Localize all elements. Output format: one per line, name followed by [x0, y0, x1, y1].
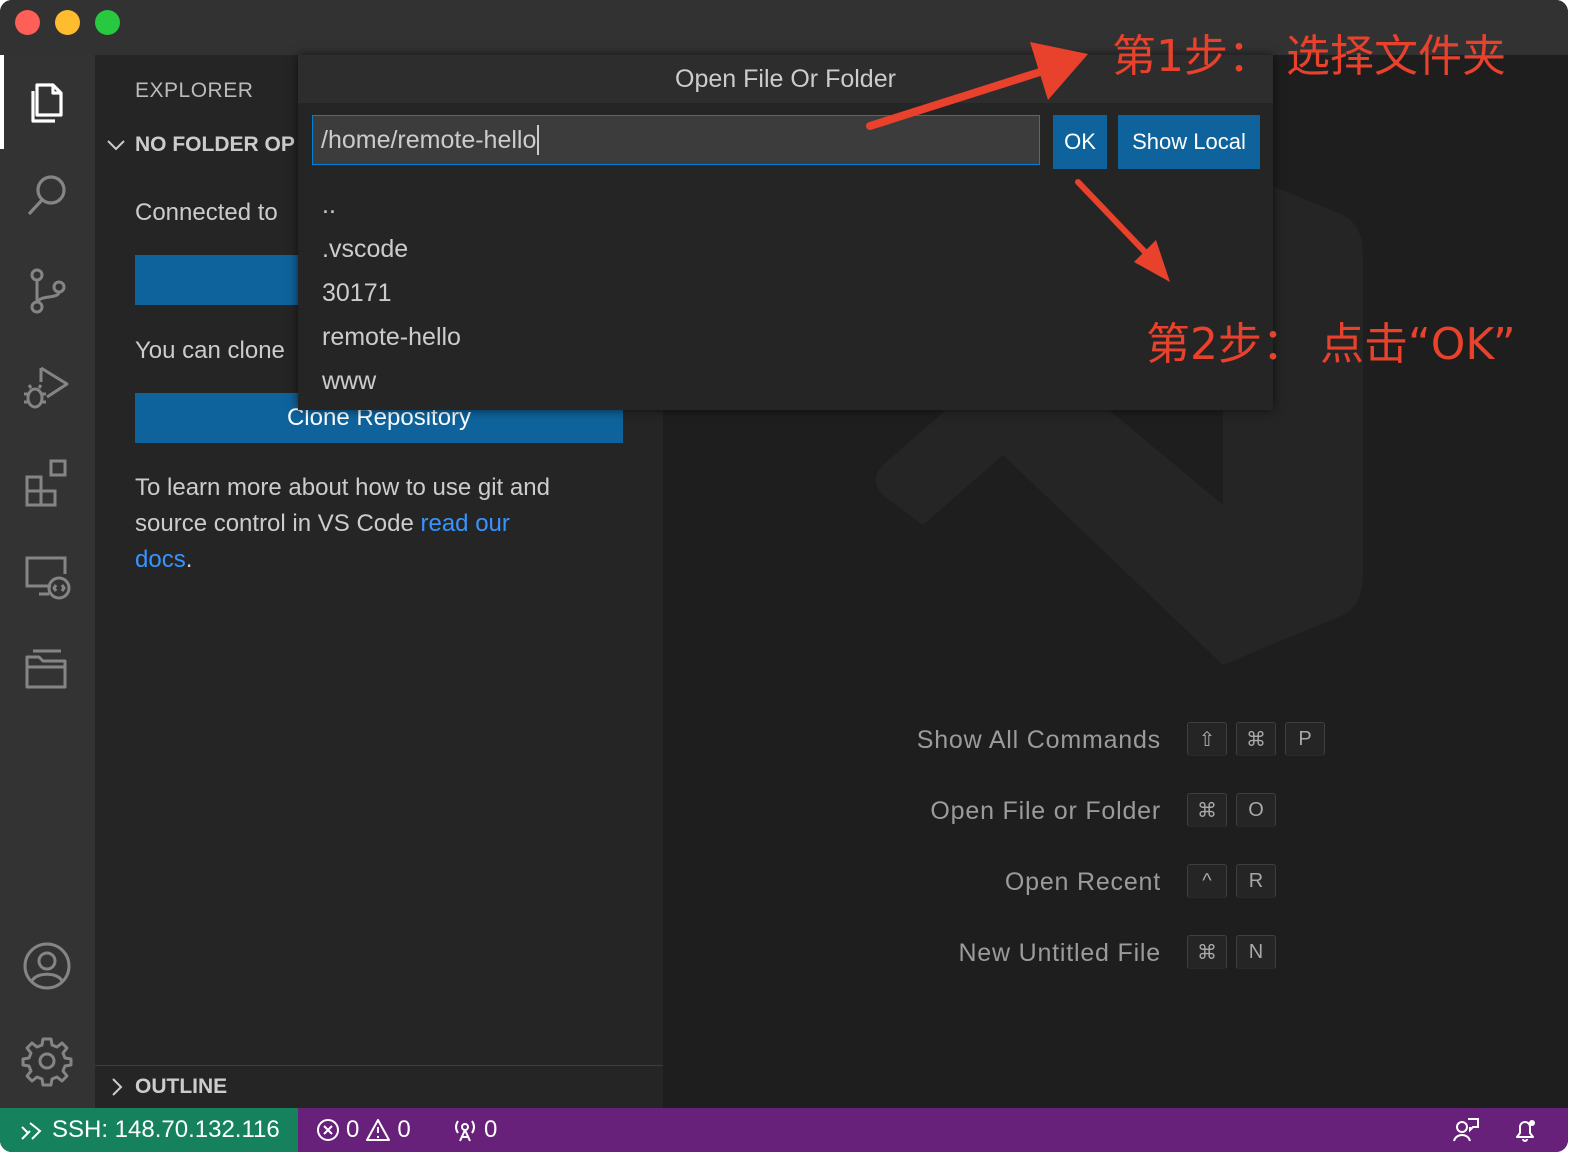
clone-text: You can clone [135, 337, 285, 364]
shortcut-show-all-commands[interactable]: Show All Commands ⇧ ⌘ P [663, 720, 1568, 760]
files-icon[interactable] [18, 72, 76, 130]
learn-more-text: To learn more about how to use git and s… [135, 470, 635, 578]
shortcut-keys: ⌘ N [1187, 935, 1276, 969]
key-o: O [1236, 793, 1276, 827]
active-indicator [0, 55, 4, 149]
open-file-or-folder-dialog: Open File Or Folder /home/remote-hello O… [298, 55, 1273, 410]
warning-icon [366, 1119, 391, 1141]
run-debug-icon[interactable] [18, 357, 76, 415]
key-ctrl: ^ [1187, 864, 1227, 898]
shortcut-label: Open Recent [1004, 868, 1161, 896]
key-r: R [1236, 864, 1276, 898]
learn-text-line-2: source control in VS Code [135, 510, 421, 537]
step-2-annotation: 第2步： 点击“OK” [1146, 319, 1516, 370]
minimize-window-button[interactable] [55, 10, 80, 35]
search-icon[interactable] [18, 167, 76, 225]
key-p: P [1285, 722, 1325, 756]
shortcut-new-untitled-file[interactable]: New Untitled File ⌘ N [663, 933, 1568, 973]
no-folder-section-header[interactable]: NO FOLDER OP [105, 133, 295, 157]
notifications-button[interactable] [1512, 1108, 1538, 1152]
folder-icon[interactable] [18, 642, 76, 700]
key-cmd: ⌘ [1187, 793, 1227, 827]
account-icon[interactable] [18, 937, 76, 995]
divider [95, 1065, 663, 1066]
docs-link[interactable]: docs [135, 546, 186, 573]
problems-indicator[interactable]: 0 0 [316, 1108, 411, 1152]
folder-list: .. .vscode 30171 remote-hello www [322, 183, 461, 403]
warning-count: 0 [397, 1116, 411, 1143]
close-window-button[interactable] [15, 10, 40, 35]
key-cmd: ⌘ [1236, 722, 1276, 756]
read-our-link[interactable]: read our [420, 510, 509, 537]
step-1-annotation: 第1步： 选择文件夹 [1112, 31, 1506, 82]
remote-icon [21, 1122, 42, 1140]
path-input-value: /home/remote-hello [321, 125, 537, 154]
activity-bar [0, 55, 95, 1108]
remote-explorer-icon[interactable] [18, 547, 76, 605]
ok-button[interactable]: OK [1053, 115, 1107, 169]
chevron-right-icon [112, 1078, 123, 1096]
shortcut-label: New Untitled File [958, 939, 1161, 967]
status-bar: SSH: 148.70.132.116 0 0 0 [0, 1108, 1568, 1152]
list-item[interactable]: 30171 [322, 271, 461, 315]
learn-period: . [185, 546, 193, 573]
shortcut-open-file-or-folder[interactable]: Open File or Folder ⌘ O [663, 791, 1568, 831]
outline-section-header[interactable]: OUTLINE [105, 1075, 227, 1099]
section-label: NO FOLDER OP [135, 133, 295, 156]
list-item[interactable]: remote-hello [322, 315, 461, 359]
error-icon [317, 1119, 339, 1141]
gear-icon[interactable] [18, 1032, 76, 1090]
error-count: 0 [346, 1116, 360, 1143]
feedback-icon [1453, 1118, 1479, 1142]
list-item[interactable]: .. [322, 183, 461, 227]
extensions-icon[interactable] [18, 452, 76, 510]
show-local-button[interactable]: Show Local [1118, 115, 1260, 169]
shortcut-keys: ⇧ ⌘ P [1187, 722, 1325, 756]
broadcast-icon [455, 1120, 475, 1142]
learn-text-line-1: To learn more about how to use git and [135, 474, 550, 501]
source-control-icon[interactable] [18, 262, 76, 320]
outline-label: OUTLINE [135, 1075, 228, 1098]
shortcut-label: Open File or Folder [930, 797, 1161, 825]
chevron-down-icon [107, 140, 125, 151]
feedback-button[interactable] [1452, 1108, 1480, 1152]
connected-text: Connected to [135, 199, 278, 226]
path-input[interactable]: /home/remote-hello [312, 115, 1040, 165]
vscode-window: EXPLORER NO FOLDER OP Connected to You c… [0, 0, 1568, 1152]
list-item[interactable]: .vscode [322, 227, 461, 271]
shortcut-keys: ⌘ O [1187, 793, 1276, 827]
text-cursor [537, 125, 540, 155]
maximize-window-button[interactable] [95, 10, 120, 35]
shortcut-open-recent[interactable]: Open Recent ^ R [663, 862, 1568, 902]
sidebar-title: EXPLORER [135, 79, 254, 102]
shortcut-keys: ^ R [1187, 864, 1276, 898]
bell-icon [1516, 1120, 1535, 1142]
shortcut-label: Show All Commands [916, 726, 1161, 754]
remote-indicator[interactable]: SSH: 148.70.132.116 [0, 1108, 298, 1152]
ports-count: 0 [484, 1116, 498, 1143]
key-cmd: ⌘ [1187, 935, 1227, 969]
ports-indicator[interactable]: 0 [452, 1108, 497, 1152]
key-n: N [1236, 935, 1276, 969]
remote-label: SSH: 148.70.132.116 [52, 1116, 280, 1143]
list-item[interactable]: www [322, 359, 461, 403]
key-shift: ⇧ [1187, 722, 1227, 756]
